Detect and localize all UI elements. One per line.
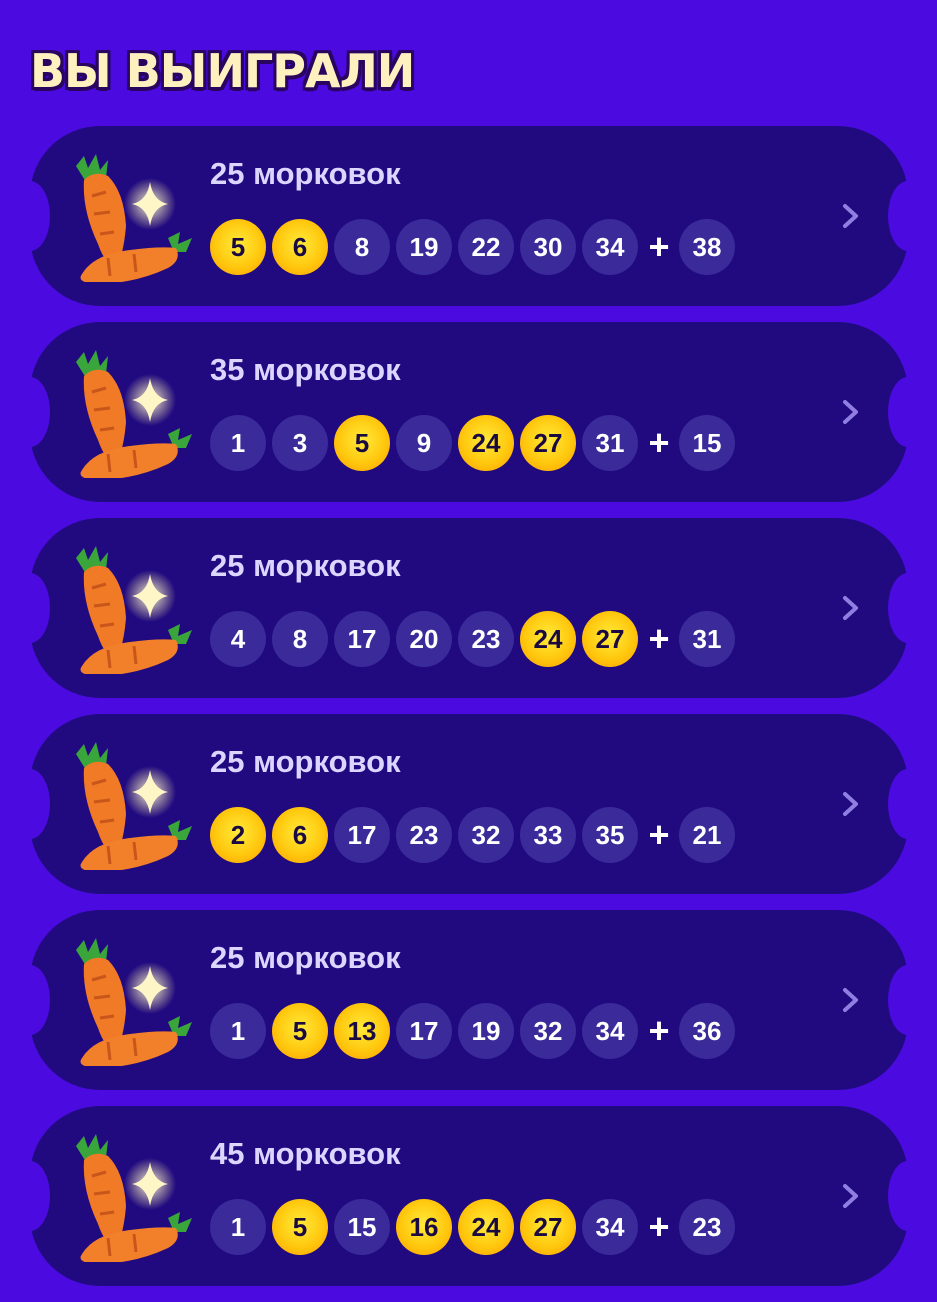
matched-number-ball: 24 [458, 415, 514, 471]
plus-sign: + [648, 226, 670, 267]
number-ball: 30 [520, 219, 576, 275]
number-row: 5 6 8 19 22 30 34 +38 [210, 219, 741, 275]
number-ball: 1 [210, 415, 266, 471]
ticket-card-2[interactable]: 35 морковок 1 3 5 9 24 27 31 +15 [10, 322, 928, 502]
number-ball: 19 [396, 219, 452, 275]
number-ball: 17 [334, 807, 390, 863]
bonus-number-ball: 23 [679, 1199, 735, 1255]
chevron-right-icon[interactable] [840, 1182, 862, 1210]
ticket-card-1[interactable]: 25 морковок 5 6 8 19 22 30 34 +38 [10, 126, 928, 306]
number-row: 2 6 17 23 32 33 35 +21 [210, 807, 741, 863]
prize-label: 45 морковок [210, 1136, 401, 1171]
number-ball: 1 [210, 1199, 266, 1255]
matched-number-ball: 27 [520, 415, 576, 471]
carrot-icon [76, 154, 192, 282]
ticket-list: 25 морковок 5 6 8 19 22 30 34 +38 35 морковок [10, 126, 928, 1302]
plus-sign: + [648, 1206, 670, 1247]
number-ball: 19 [458, 1003, 514, 1059]
plus-sign: + [648, 618, 670, 659]
carrot-icon [76, 546, 192, 674]
ticket-notch-left [10, 769, 50, 839]
ticket-card-3[interactable]: 25 морковок 4 8 17 20 23 24 27 +31 [10, 518, 928, 698]
carrot-icon [76, 938, 192, 1066]
matched-number-ball: 16 [396, 1199, 452, 1255]
carrot-icon [76, 1134, 192, 1262]
number-ball: 35 [582, 807, 638, 863]
bonus-number-ball: 15 [679, 415, 735, 471]
prize-label: 25 морковок [210, 548, 401, 583]
ticket-notch-left [10, 377, 50, 447]
number-ball: 31 [582, 415, 638, 471]
ticket-notch-right [888, 769, 928, 839]
ticket-notch-left [10, 965, 50, 1035]
matched-number-ball: 13 [334, 1003, 390, 1059]
number-ball: 8 [272, 611, 328, 667]
bonus-number-ball: 36 [679, 1003, 735, 1059]
matched-number-ball: 5 [272, 1199, 328, 1255]
ticket-notch-left [10, 573, 50, 643]
bonus-number-ball: 38 [679, 219, 735, 275]
ticket-card-5[interactable]: 25 морковок 1 5 13 17 19 32 34 +36 [10, 910, 928, 1090]
chevron-right-icon[interactable] [840, 202, 862, 230]
matched-number-ball: 6 [272, 807, 328, 863]
ticket-notch-right [888, 181, 928, 251]
chevron-right-icon[interactable] [840, 398, 862, 426]
ticket-notch-right [888, 573, 928, 643]
chevron-right-icon[interactable] [840, 594, 862, 622]
matched-number-ball: 27 [520, 1199, 576, 1255]
matched-number-ball: 5 [334, 415, 390, 471]
number-ball: 17 [334, 611, 390, 667]
number-ball: 32 [458, 807, 514, 863]
number-ball: 4 [210, 611, 266, 667]
number-ball: 34 [582, 1003, 638, 1059]
prize-label: 25 морковок [210, 156, 401, 191]
number-ball: 34 [582, 219, 638, 275]
number-row: 1 3 5 9 24 27 31 +15 [210, 415, 741, 471]
number-ball: 3 [272, 415, 328, 471]
ticket-notch-right [888, 377, 928, 447]
matched-number-ball: 24 [520, 611, 576, 667]
matched-number-ball: 5 [210, 219, 266, 275]
matched-number-ball: 24 [458, 1199, 514, 1255]
ticket-notch-right [888, 965, 928, 1035]
number-ball: 8 [334, 219, 390, 275]
ticket-card-6[interactable]: 45 морковок 1 5 15 16 24 27 34 +23 [10, 1106, 928, 1286]
ticket-card-4[interactable]: 25 морковок 2 6 17 23 32 33 35 +21 [10, 714, 928, 894]
number-row: 1 5 13 17 19 32 34 +36 [210, 1003, 741, 1059]
page-title: ВЫ ВЫИГРАЛИ [30, 44, 415, 98]
matched-number-ball: 6 [272, 219, 328, 275]
matched-number-ball: 27 [582, 611, 638, 667]
number-ball: 17 [396, 1003, 452, 1059]
number-ball: 23 [396, 807, 452, 863]
ticket-notch-left [10, 1161, 50, 1231]
number-ball: 23 [458, 611, 514, 667]
plus-sign: + [648, 1010, 670, 1051]
chevron-right-icon[interactable] [840, 790, 862, 818]
prize-label: 35 морковок [210, 352, 401, 387]
number-row: 1 5 15 16 24 27 34 +23 [210, 1199, 741, 1255]
plus-sign: + [648, 422, 670, 463]
matched-number-ball: 2 [210, 807, 266, 863]
number-ball: 9 [396, 415, 452, 471]
matched-number-ball: 5 [272, 1003, 328, 1059]
number-ball: 15 [334, 1199, 390, 1255]
ticket-notch-left [10, 181, 50, 251]
number-ball: 33 [520, 807, 576, 863]
plus-sign: + [648, 814, 670, 855]
number-row: 4 8 17 20 23 24 27 +31 [210, 611, 741, 667]
number-ball: 1 [210, 1003, 266, 1059]
carrot-icon [76, 742, 192, 870]
chevron-right-icon[interactable] [840, 986, 862, 1014]
number-ball: 20 [396, 611, 452, 667]
number-ball: 22 [458, 219, 514, 275]
number-ball: 34 [582, 1199, 638, 1255]
carrot-icon [76, 350, 192, 478]
bonus-number-ball: 21 [679, 807, 735, 863]
ticket-notch-right [888, 1161, 928, 1231]
prize-label: 25 морковок [210, 940, 401, 975]
prize-label: 25 морковок [210, 744, 401, 779]
number-ball: 32 [520, 1003, 576, 1059]
bonus-number-ball: 31 [679, 611, 735, 667]
